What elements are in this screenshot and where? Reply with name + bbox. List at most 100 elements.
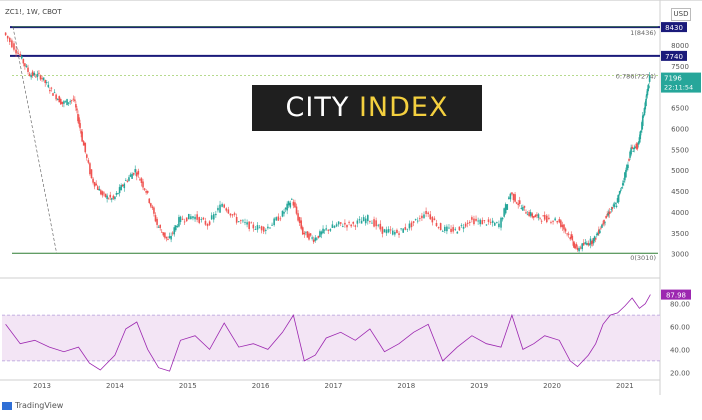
candle-body bbox=[55, 94, 57, 100]
candle-body bbox=[446, 226, 448, 232]
candle-body bbox=[567, 233, 570, 235]
candle-body bbox=[348, 221, 350, 223]
candle-body bbox=[546, 215, 548, 223]
price-tick-label: 3500 bbox=[671, 230, 689, 238]
candle-body bbox=[235, 217, 238, 223]
candle-body bbox=[433, 218, 436, 221]
candle-body bbox=[627, 164, 629, 169]
candle-body bbox=[498, 223, 500, 228]
candle-body bbox=[396, 229, 398, 234]
candle-body bbox=[487, 219, 490, 222]
candle-body bbox=[394, 231, 396, 235]
candle-body bbox=[89, 163, 91, 175]
candle-body bbox=[387, 229, 390, 233]
candle-body bbox=[611, 207, 614, 209]
candle-body bbox=[20, 56, 23, 59]
candle-body bbox=[49, 89, 51, 92]
year-tick-label: 2019 bbox=[470, 382, 488, 390]
rsi-tick-label: 20.00 bbox=[670, 369, 690, 377]
candle-body bbox=[115, 193, 118, 195]
candle-body bbox=[600, 227, 602, 229]
candle-body bbox=[194, 216, 196, 220]
candle-body bbox=[400, 228, 402, 230]
candle-body bbox=[208, 221, 211, 225]
candle-body bbox=[489, 221, 492, 223]
candle-body bbox=[329, 229, 332, 231]
price-tick-label: 6000 bbox=[671, 125, 689, 133]
candle-body bbox=[408, 223, 411, 229]
candle-body bbox=[601, 224, 603, 228]
candle-body bbox=[508, 197, 510, 199]
candle-body bbox=[30, 75, 32, 78]
candle-body bbox=[79, 123, 81, 129]
candle-body bbox=[520, 207, 523, 209]
currency-badge[interactable]: USD bbox=[671, 8, 691, 21]
candle-body bbox=[92, 178, 94, 183]
candle-body bbox=[517, 203, 519, 206]
candle-body bbox=[543, 214, 546, 220]
candle-body bbox=[468, 221, 471, 223]
candle-body bbox=[614, 203, 617, 205]
candle-body bbox=[566, 233, 568, 235]
candle-body bbox=[53, 92, 56, 94]
candle-body bbox=[112, 195, 115, 199]
candle-body bbox=[444, 226, 446, 232]
price-tick-label: 8000 bbox=[671, 42, 689, 50]
candle-body bbox=[412, 221, 415, 223]
candle-body bbox=[305, 231, 307, 233]
candle-body bbox=[421, 215, 423, 219]
candle-body bbox=[24, 63, 26, 67]
candle-body bbox=[501, 217, 504, 220]
candle-body bbox=[104, 193, 107, 198]
candle-body bbox=[389, 229, 392, 231]
candle-body bbox=[375, 220, 377, 227]
candle-body bbox=[294, 202, 296, 208]
candle-body bbox=[179, 216, 182, 223]
candle-body bbox=[256, 225, 259, 230]
candle-body bbox=[231, 214, 234, 216]
candle-body bbox=[525, 212, 527, 214]
candle-body bbox=[28, 73, 31, 77]
candle-body bbox=[628, 159, 630, 161]
candle-body bbox=[317, 235, 320, 238]
candle-body bbox=[33, 72, 36, 76]
candle-body bbox=[427, 212, 429, 215]
candle-body bbox=[258, 227, 261, 229]
countdown-label: 22:11:54 bbox=[664, 84, 693, 92]
candle-body bbox=[373, 219, 375, 227]
candle-body bbox=[98, 188, 101, 191]
candle-body bbox=[50, 87, 53, 89]
candle-body bbox=[221, 203, 223, 207]
candle-body bbox=[39, 75, 42, 80]
price-tick-label: 7500 bbox=[671, 63, 689, 71]
year-tick-label: 2020 bbox=[543, 382, 561, 390]
candle-body bbox=[579, 247, 582, 249]
candle-body bbox=[398, 233, 400, 235]
candle-body bbox=[95, 183, 97, 186]
candle-body bbox=[609, 212, 612, 214]
candle-body bbox=[491, 220, 494, 223]
candle-body bbox=[81, 131, 83, 142]
rsi-tick-label: 40.00 bbox=[670, 346, 690, 354]
candle-body bbox=[183, 221, 186, 223]
candle-body bbox=[475, 218, 477, 221]
candle-body bbox=[58, 96, 61, 103]
candle-body bbox=[137, 170, 140, 175]
candle-body bbox=[129, 174, 132, 177]
rsi-last-label: 87.98 bbox=[666, 292, 686, 300]
candle-body bbox=[204, 220, 207, 225]
candle-body bbox=[277, 216, 280, 221]
candle-body bbox=[145, 191, 147, 193]
candle-body bbox=[381, 226, 384, 234]
candle-body bbox=[564, 228, 567, 232]
year-tick-label: 2014 bbox=[106, 382, 124, 390]
candle-body bbox=[200, 219, 203, 220]
candle-body bbox=[316, 238, 318, 240]
candle-body bbox=[22, 59, 25, 64]
footer-brand[interactable]: TradingView bbox=[2, 401, 63, 410]
candle-body bbox=[27, 67, 29, 72]
candle-body bbox=[319, 231, 321, 237]
candle-body bbox=[503, 208, 505, 217]
candle-body bbox=[93, 182, 96, 187]
candle-body bbox=[188, 213, 190, 220]
